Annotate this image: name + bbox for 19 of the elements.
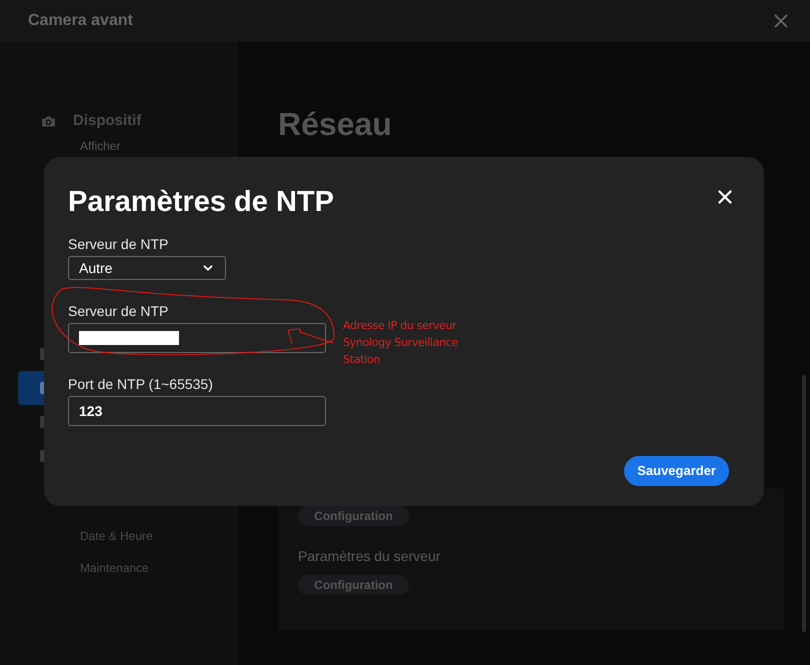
configuration-button[interactable]: Configuration xyxy=(298,506,409,526)
window-title: Camera avant xyxy=(28,11,133,31)
field-label: Serveur de NTP xyxy=(68,302,170,320)
sidebar-item[interactable]: Afficher xyxy=(0,138,238,152)
field-label: Port de NTP (1~65535) xyxy=(68,375,214,393)
page-title: Réseau xyxy=(278,105,393,144)
annotation-note: Adresse IP du serveur Synology Surveillance Station xyxy=(343,318,460,368)
field-label: Serveur de NTP xyxy=(68,235,170,253)
save-button[interactable]: Sauvegarder xyxy=(624,456,729,486)
port-input-field[interactable]: 123 xyxy=(68,396,326,426)
section-label: Paramètres du serveur xyxy=(298,547,442,566)
server-select[interactable]: Autre xyxy=(68,256,226,280)
sidebar-group-title[interactable]: Dispositif xyxy=(73,110,142,132)
sidebar-item[interactable]: Maintenance xyxy=(80,558,238,576)
server-input-field[interactable] xyxy=(68,323,326,353)
sidebar-item[interactable]: Date & Heure xyxy=(80,526,238,544)
configuration-button[interactable]: Configuration xyxy=(298,575,409,595)
dialog-title: Paramètres de NTP xyxy=(68,185,334,219)
annotation-arrow xyxy=(286,326,334,346)
